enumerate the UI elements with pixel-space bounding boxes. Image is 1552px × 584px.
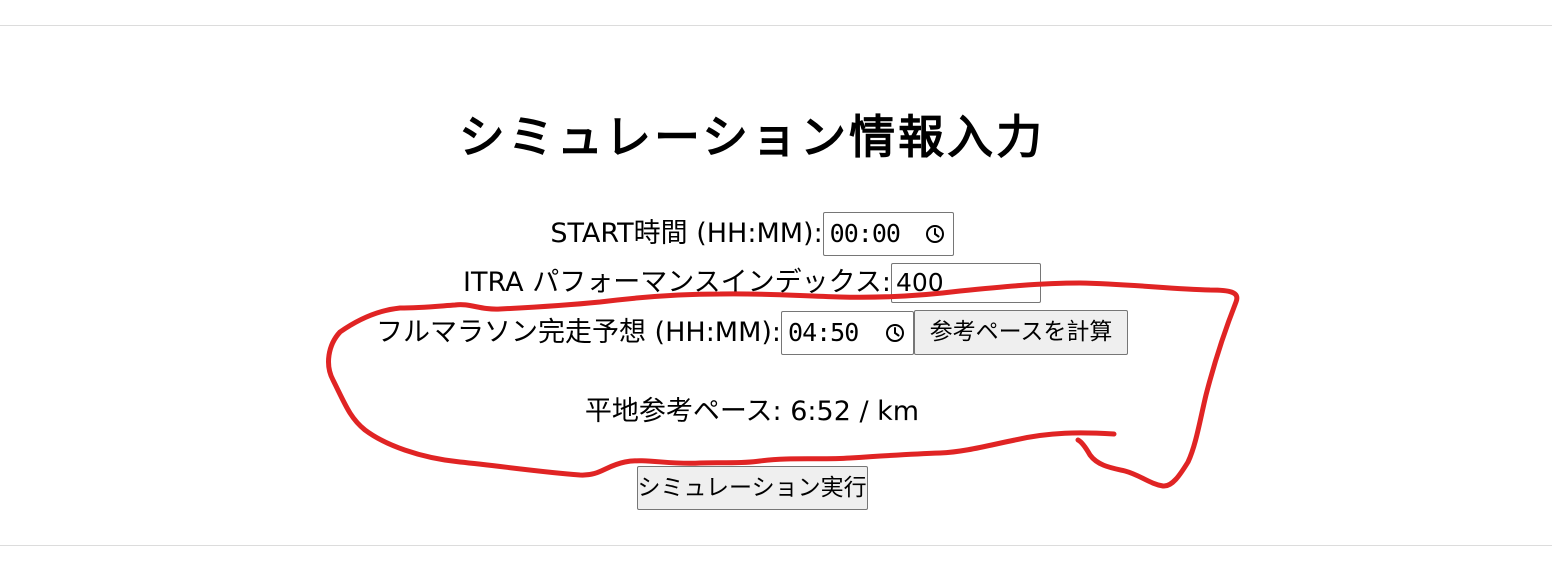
page: シミュレーション情報入力 START時間 (HH:MM): 00:00 ITRA… (0, 0, 1552, 584)
page-title: シミュレーション情報入力 (458, 110, 1046, 164)
top-divider (0, 25, 1552, 26)
start-time-row: START時間 (HH:MM): 00:00 (0, 212, 1504, 256)
reference-pace-text: 平地参考ペース: 6:52 / km (584, 396, 920, 427)
start-time-input[interactable]: 00:00 (822, 212, 954, 256)
marathon-time-row: フルマラソン完走予想 (HH:MM): 04:50 参考ペースを計算 (0, 310, 1504, 355)
marathon-time-input[interactable]: 04:50 (781, 310, 915, 355)
clock-icon[interactable] (925, 224, 945, 244)
calc-pace-button[interactable]: 参考ペースを計算 (914, 310, 1129, 355)
itra-input[interactable]: 400 (890, 263, 1041, 303)
itra-label: ITRA パフォーマンスインデックス: (463, 267, 891, 298)
run-row: シミュレーション実行 (0, 466, 1504, 510)
reference-pace-row: 平地参考ペース: 6:52 / km (0, 392, 1504, 432)
itra-row: ITRA パフォーマンスインデックス: 400 (0, 263, 1504, 303)
clock-icon[interactable] (885, 323, 905, 343)
marathon-time-value: 04:50 (788, 317, 859, 347)
bottom-divider (0, 545, 1552, 546)
start-time-label: START時間 (HH:MM): (550, 218, 823, 249)
start-time-value: 00:00 (829, 219, 901, 248)
run-simulation-button[interactable]: シミュレーション実行 (636, 466, 868, 510)
marathon-time-label: フルマラソン完走予想 (HH:MM): (375, 316, 782, 348)
